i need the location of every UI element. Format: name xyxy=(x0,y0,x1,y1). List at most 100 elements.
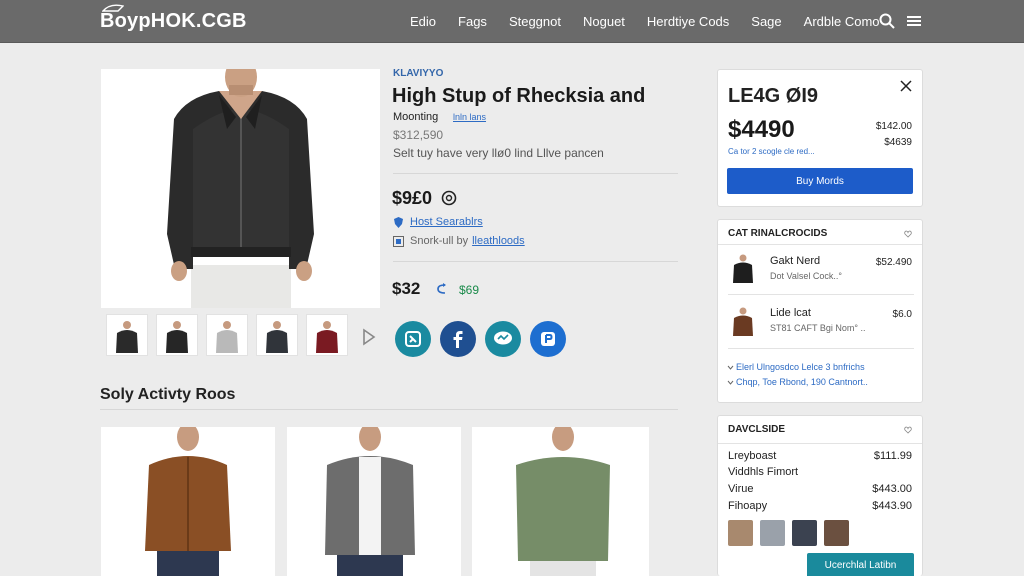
share-k-button[interactable] xyxy=(395,321,431,357)
divider xyxy=(393,261,678,262)
swatch-1[interactable] xyxy=(728,520,753,546)
top-navigation-bar: BoypHOK.CGB Edio Fags Steggnot Noguet He… xyxy=(0,0,1024,43)
seller-link[interactable]: lleathloods xyxy=(472,235,525,247)
nav-item-edio[interactable]: Edio xyxy=(410,14,436,29)
rec-item-1-price: $52.490 xyxy=(875,257,912,268)
nav-item-steggnot[interactable]: Steggnot xyxy=(509,14,561,29)
thumbnail-2[interactable] xyxy=(156,314,198,356)
host-link-row[interactable]: Host Searablrs xyxy=(393,215,483,229)
detail-row-1-price: $111.99 xyxy=(873,450,912,462)
nav-item-ardble-como[interactable]: Ardble Como xyxy=(804,14,880,29)
leather-jacket-model-image xyxy=(101,69,380,308)
shield-icon xyxy=(394,216,403,228)
host-link[interactable]: Host Searablrs xyxy=(410,216,483,228)
green-sweater-image xyxy=(516,427,610,576)
info-row-1[interactable]: Elerl Ulngosdco Lelce 3 bnfrichs xyxy=(727,362,865,372)
detail-row-2-label: Viddhls Fimort xyxy=(728,466,799,478)
product-subtitle: Moonting xyxy=(393,111,439,123)
rec-item-1-sub: Dot Valsel Cock..° xyxy=(770,271,842,281)
chat-bubble-icon xyxy=(494,331,512,345)
divider xyxy=(718,244,922,245)
details-cta-button[interactable]: Ucerchlal Latibn xyxy=(807,553,914,576)
recommendations-title: CAT RINALCROCIDS xyxy=(728,228,828,239)
share-messenger-button[interactable] xyxy=(485,321,521,357)
buy-button[interactable]: Buy Mords xyxy=(727,168,913,194)
info-row-2[interactable]: Chqp, Toe Rbond, 190 Cantnort.. xyxy=(727,377,868,387)
heart-icon[interactable] xyxy=(904,230,912,238)
close-icon[interactable] xyxy=(900,80,912,92)
swatch-2[interactable] xyxy=(760,520,785,546)
thumbnail-3[interactable] xyxy=(206,314,248,356)
section-title: Soly Activty Roos xyxy=(100,386,236,403)
grey-shirt-image xyxy=(325,427,415,576)
divider xyxy=(728,348,914,349)
chevron-down-icon xyxy=(727,380,734,385)
k-logo-icon xyxy=(405,331,421,347)
p-logo-icon xyxy=(541,332,555,346)
swatch-4[interactable] xyxy=(824,520,849,546)
info-row-2-text: Chqp, Toe Rbond, 190 Cantnort.. xyxy=(736,377,868,387)
rec-item-2-price: $6.0 xyxy=(892,309,912,320)
menu-icon[interactable] xyxy=(905,12,923,30)
detail-row-3-price: $443.00 xyxy=(872,483,912,495)
rec-item-2-image[interactable] xyxy=(728,305,758,337)
subtitle-link[interactable]: lnln lans xyxy=(453,112,486,122)
buy-box-price: $4490 xyxy=(728,116,795,143)
product-price: $9£0 xyxy=(392,188,433,208)
info-circle-icon[interactable] xyxy=(441,190,457,206)
seller-row: Snork-ull by lleathloods xyxy=(393,234,525,248)
detail-row-1-label: Lreyboast xyxy=(728,450,777,462)
thumbnail-1[interactable] xyxy=(106,314,148,356)
nav-item-fags[interactable]: Fags xyxy=(458,14,487,29)
search-icon[interactable] xyxy=(878,12,896,30)
detail-row-3-label: Virue xyxy=(728,483,754,495)
product-card-brown-jacket[interactable] xyxy=(101,427,275,576)
brown-jacket-image xyxy=(145,427,231,576)
rec-item-1-name[interactable]: Gakt Nerd xyxy=(770,255,820,267)
thumbnail-strip xyxy=(106,314,356,356)
swatch-3[interactable] xyxy=(792,520,817,546)
brown-jacket-thumb xyxy=(733,307,753,336)
logo-hat-icon xyxy=(102,4,124,12)
side-price-1: $142.00 xyxy=(875,121,912,132)
side-price-2: $4639 xyxy=(884,137,912,148)
detail-row-4-price: $443.90 xyxy=(872,500,912,512)
original-price: $312,590 xyxy=(393,128,444,142)
thumbnail-4[interactable] xyxy=(256,314,298,356)
nav-item-herdtiye-cods[interactable]: Herdtiye Cods xyxy=(647,14,729,29)
bundle-price: $32 xyxy=(392,279,421,298)
nav-item-noguet[interactable]: Noguet xyxy=(583,14,625,29)
black-jacket-thumb xyxy=(733,254,753,283)
product-card-grey-shirt[interactable] xyxy=(287,427,461,576)
recommendations-panel: CAT RINALCROCIDS Gakt Nerd Dot Valsel Co… xyxy=(717,219,923,403)
nav-item-sage[interactable]: Sage xyxy=(751,14,781,29)
divider xyxy=(718,443,922,444)
divider xyxy=(728,294,914,295)
alternate-price: $69 xyxy=(459,283,480,297)
rec-item-2-sub: ST81 CAFT Bgi Nom° .. xyxy=(770,323,866,333)
product-main-image[interactable] xyxy=(101,69,380,308)
rec-item-2-name[interactable]: Lide lcat xyxy=(770,307,811,319)
cart-note[interactable]: Ca tor 2 scogle cle red... xyxy=(728,147,815,156)
detail-row-4-label: Fihoapy xyxy=(728,500,768,512)
rec-item-1-image[interactable] xyxy=(728,252,758,284)
heart-icon[interactable] xyxy=(904,426,912,434)
seller-prefix: Snork-ull by xyxy=(410,235,469,247)
info-row-1-text: Elerl Ulngosdco Lelce 3 bnfrichs xyxy=(736,362,865,372)
details-title: DAVCLSIDE xyxy=(728,424,786,435)
buy-box-heading: LE4G ØI9 xyxy=(728,85,819,107)
brand-label: KLAVIYYO xyxy=(393,68,444,79)
share-facebook-button[interactable] xyxy=(440,321,476,357)
product-title: High Stup of Rhecksia and xyxy=(392,85,646,107)
chevron-down-icon xyxy=(727,365,734,370)
product-card-green-sweater[interactable] xyxy=(472,427,649,576)
site-logo[interactable]: BoypHOK.CGB xyxy=(100,4,247,34)
swap-arrow-icon xyxy=(437,283,446,294)
details-panel: DAVCLSIDE Lreyboast $111.99 Viddhls Fimo… xyxy=(717,415,923,576)
main-nav: Edio Fags Steggnot Noguet Herdtiye Cods … xyxy=(410,0,902,43)
next-thumbnail-arrow-icon[interactable] xyxy=(360,327,378,347)
section-divider xyxy=(100,409,678,410)
thumbnail-5[interactable] xyxy=(306,314,348,356)
store-icon xyxy=(393,235,404,247)
share-p-button[interactable] xyxy=(530,321,566,357)
